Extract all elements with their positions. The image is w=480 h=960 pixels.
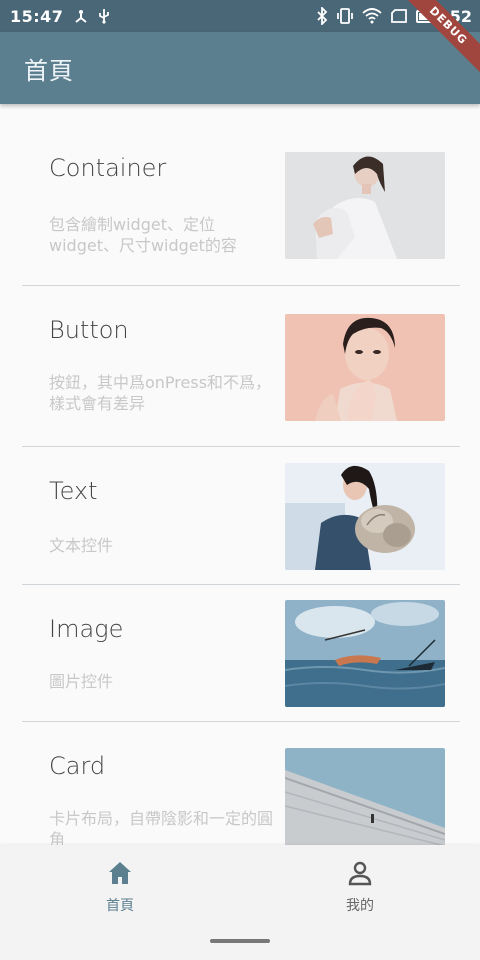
photo-woman-white-shirt	[285, 152, 445, 259]
photo-architecture-wall	[285, 748, 445, 845]
status-bar: 15:47 52	[0, 0, 480, 32]
photo-boats-on-sea	[285, 600, 445, 707]
item-description: 圖片控件	[49, 672, 114, 691]
list-item[interactable]: Image 圖片控件	[22, 585, 460, 722]
photo-woman-pink-background	[285, 314, 445, 421]
list-item[interactable]: Container 包含繪制widget、定位widget、尺寸widget的容	[22, 104, 460, 286]
photo-woman-holding-flowers	[285, 463, 445, 570]
item-description: 文本控件	[49, 536, 114, 555]
person-icon	[348, 861, 372, 886]
nav-label-mine: 我的	[346, 898, 374, 914]
gesture-handle[interactable]	[210, 939, 270, 943]
app-bar: 首頁	[0, 32, 480, 104]
widget-list[interactable]: Container 包含繪制widget、定位widget、尺寸widget的容…	[0, 104, 480, 845]
item-title: Button	[49, 316, 129, 344]
home-icon	[109, 862, 131, 884]
item-title: Image	[49, 615, 124, 643]
bluetooth-icon	[317, 7, 328, 25]
usb-tether-icon	[75, 10, 88, 23]
usb-icon	[99, 9, 110, 24]
item-description: 卡片布局，自帶陰影和一定的圓角	[49, 809, 274, 845]
item-description: 包含繪制widget、定位widget、尺寸widget的容	[49, 215, 237, 255]
item-title: Container	[49, 154, 167, 182]
item-description: 按鈕，其中爲onPress和不爲，樣式會有差异	[49, 373, 272, 413]
list-item[interactable]: Button 按鈕，其中爲onPress和不爲，樣式會有差异	[22, 286, 460, 447]
wifi-icon	[362, 8, 382, 24]
item-title: Card	[49, 752, 106, 780]
page-title: 首頁	[24, 56, 74, 85]
nav-item-home[interactable]: 首頁	[70, 859, 170, 915]
list-item[interactable]: Card 卡片布局，自帶陰影和一定的圓角	[22, 722, 460, 845]
vibrate-icon	[336, 8, 353, 24]
item-title: Text	[49, 477, 98, 505]
nav-item-mine[interactable]: 我的	[310, 859, 410, 915]
sim-icon	[390, 9, 407, 23]
list-item[interactable]: Text 文本控件	[22, 447, 460, 585]
status-time: 15:47	[10, 6, 64, 26]
nav-label-home: 首頁	[106, 898, 134, 914]
